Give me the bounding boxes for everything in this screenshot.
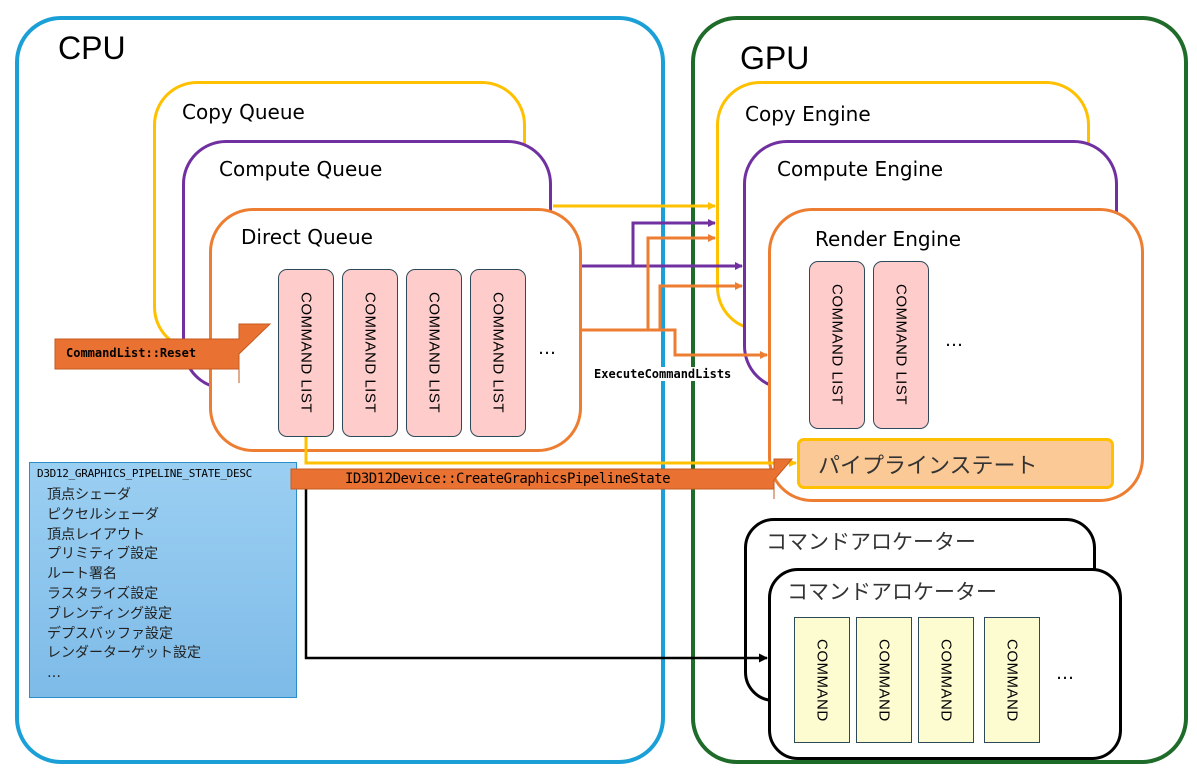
- create-pso-label: ID3D12Device::CreateGraphicsPipelineStat…: [345, 471, 671, 487]
- direct-execute-line-2: [582, 282, 743, 332]
- allocator-line: [304, 488, 768, 663]
- direct-execute-line-3: [582, 328, 768, 359]
- direct-execute-line-1: [582, 234, 716, 332]
- pso-reference-line: [304, 437, 797, 467]
- connector-lines: [54, 202, 797, 663]
- execute-command-lists-label: ExecuteCommandLists: [594, 367, 732, 381]
- reset-arrow-label: CommandList::Reset: [66, 346, 197, 360]
